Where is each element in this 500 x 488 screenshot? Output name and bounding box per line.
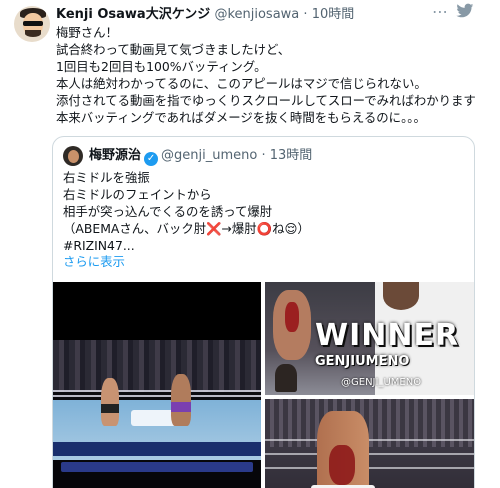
- photo-ring-ropes: [265, 439, 474, 475]
- tweet[interactable]: Kenji Osawa大沢ケンジ @kenjiosawa · 10時間 ⋯ 梅野…: [0, 0, 500, 488]
- tweet-text: 梅野さん！ 試合終わって動画見て気づきましたけど、 1回目も2回目も100%バッ…: [56, 25, 476, 125]
- header-separator: ·: [303, 7, 308, 22]
- video-fighter-right: [171, 374, 191, 426]
- quoted-tweet-card[interactable]: 梅野源治 ✓ @genji_umeno · 13時間 右ミドルを強振 右ミドルのフェ…: [52, 136, 475, 488]
- video-letterbox: [53, 282, 261, 340]
- injury-photo[interactable]: [265, 399, 474, 488]
- video-crowd: [53, 340, 261, 392]
- avatar-sunglasses: [23, 21, 43, 26]
- video-fighter-left: [101, 378, 119, 426]
- quoted-author-handle[interactable]: @genji_umeno: [161, 148, 257, 163]
- media-grid: WINNER GENJIUMENO @GENJI_UMENO: [53, 282, 474, 488]
- fight-video-thumbnail[interactable]: [53, 282, 261, 488]
- photo-small-fighter: [275, 364, 297, 392]
- fighter-right-trunks: [171, 402, 191, 412]
- avatar-beard: [25, 30, 41, 37]
- quoted-author-avatar[interactable]: [63, 146, 83, 166]
- twitter-bird-icon[interactable]: [456, 3, 474, 22]
- author-avatar[interactable]: [14, 6, 50, 42]
- winner-name: GENJIUMENO: [315, 354, 410, 369]
- show-more-link[interactable]: さらに表示: [63, 253, 125, 270]
- twitter-bird-svg: [456, 3, 474, 18]
- fighter-left-trunks: [101, 404, 119, 413]
- video-sponsor-banner: [53, 442, 261, 456]
- winner-photo[interactable]: WINNER GENJIUMENO @GENJI_UMENO: [265, 282, 474, 395]
- photo-head: [383, 282, 419, 310]
- video-score-ticker: [61, 462, 253, 472]
- author-name[interactable]: Kenji Osawa大沢ケンジ: [56, 7, 210, 22]
- quoted-tweet-time[interactable]: 13時間: [270, 148, 313, 163]
- author-handle[interactable]: @kenjiosawa: [214, 7, 299, 22]
- quoted-tweet-header: 梅野源治 ✓ @genji_umeno · 13時間: [89, 147, 313, 166]
- winner-text: WINNER: [315, 318, 460, 353]
- tweet-header: Kenji Osawa大沢ケンジ @kenjiosawa · 10時間: [56, 6, 354, 24]
- verified-badge-icon: ✓: [144, 152, 159, 166]
- photo-leg-blood: [329, 445, 355, 485]
- quoted-header-separator: ·: [261, 148, 266, 163]
- quoted-author-name[interactable]: 梅野源治: [89, 148, 141, 163]
- more-horizontal-icon[interactable]: ⋯: [432, 4, 448, 20]
- photo-handle-overlay: @GENJI_UMENO: [341, 377, 422, 388]
- tweet-time[interactable]: 10時間: [312, 7, 355, 22]
- quoted-tweet-text: 右ミドルを強振 右ミドルのフェイントから 相手が突っ込んでくるのを誘って爆肘 （…: [63, 170, 310, 253]
- quoted-avatar-face: [68, 150, 79, 163]
- photo-blood: [285, 302, 299, 332]
